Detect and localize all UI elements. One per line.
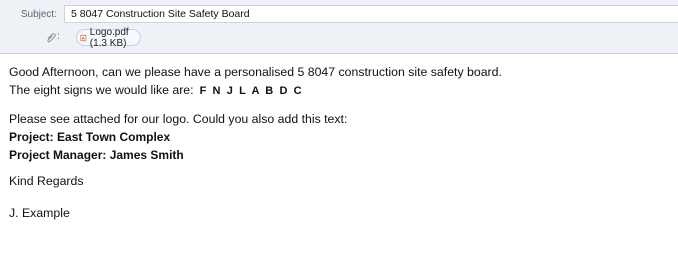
body-line-project: Project: East Town Complex [9, 130, 171, 144]
attachment-filename: Logo.pdf (1.3 KB) [89, 26, 129, 49]
paperclip-icon [44, 31, 58, 45]
subject-value: 5 8047 Construction Site Safety Board [71, 8, 250, 20]
message-header: Subject: 5 8047 Construction Site Safety… [0, 0, 678, 54]
body-line-greeting: Good Afternoon, can we please have a per… [9, 65, 502, 79]
body-line-signs: The eight signs we would like are: F N J … [9, 81, 669, 100]
sign-codes: F N J L A B D C [199, 85, 304, 97]
subject-label: Subject: [20, 8, 57, 20]
pdf-icon [80, 34, 87, 41]
attachment-pill[interactable]: Logo.pdf (1.3 KB) [76, 26, 141, 49]
body-line-signature: J. Example [9, 206, 70, 220]
body-line-manager: Project Manager: James Smith [9, 148, 184, 162]
signs-prefix: The eight signs we would like are: [9, 83, 194, 97]
subject-field[interactable]: 5 8047 Construction Site Safety Board [64, 5, 678, 23]
message-body: Good Afternoon, can we please have a per… [9, 63, 669, 222]
subject-row: Subject: 5 8047 Construction Site Safety… [0, 4, 678, 24]
body-line-attachment-note: Please see attached for our logo. Could … [9, 112, 348, 126]
attachment-label: : [57, 31, 60, 42]
body-line-regards: Kind Regards [9, 174, 84, 188]
